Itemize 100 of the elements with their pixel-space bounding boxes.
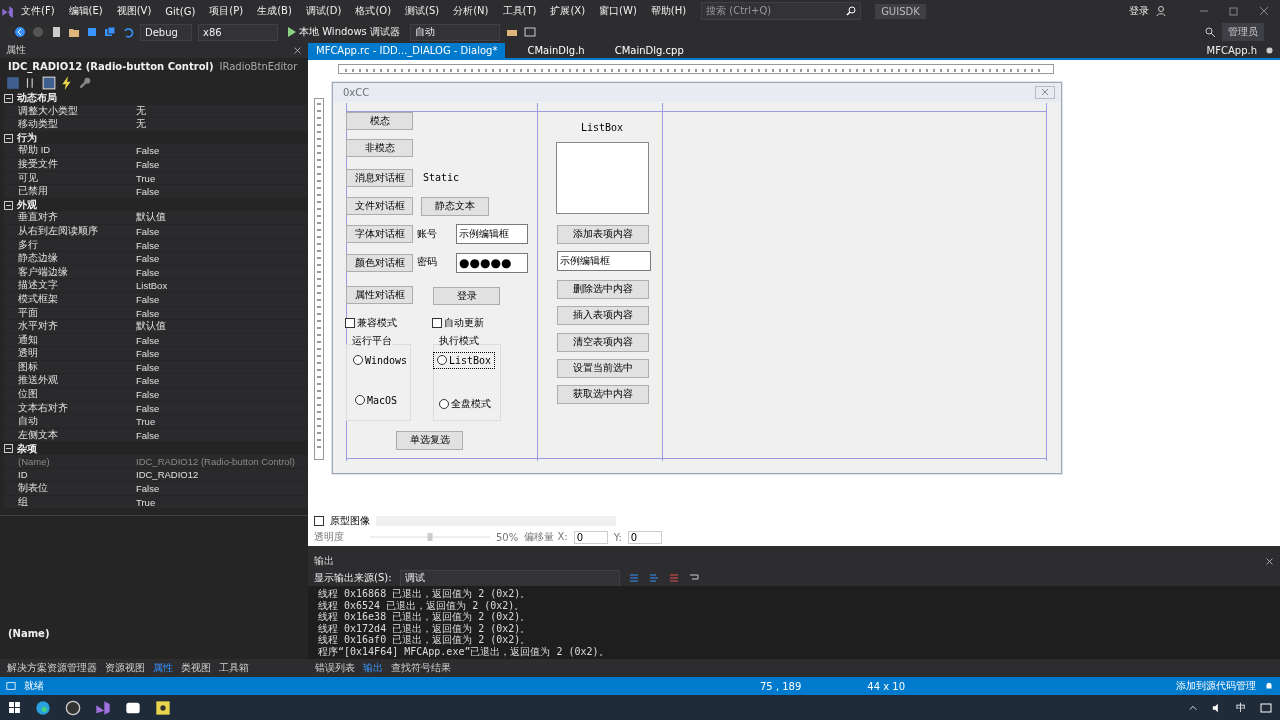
platform-dropdown[interactable]: x86 xyxy=(198,23,278,41)
radio-button[interactable]: 全盘模式 xyxy=(436,394,494,413)
opacity-slider[interactable] xyxy=(370,532,490,542)
property-value[interactable]: False xyxy=(136,429,308,441)
dialog-button[interactable]: 静态文本 xyxy=(421,196,489,216)
password-field[interactable]: ●●●●● xyxy=(456,252,528,273)
dialog-button[interactable]: 单选复选 xyxy=(396,430,463,450)
checkbox[interactable] xyxy=(314,516,324,526)
document-tab[interactable]: CMainDlg.cpp xyxy=(606,42,692,58)
dialog-button[interactable]: 文件对话框 xyxy=(346,196,413,215)
visual-studio-icon[interactable] xyxy=(95,699,111,716)
menu-item[interactable]: 编辑(E) xyxy=(61,4,110,18)
configuration-dropdown[interactable]: Debug xyxy=(140,23,192,41)
dialog-button[interactable]: 颜色对话框 xyxy=(346,253,413,272)
undo-icon[interactable] xyxy=(122,26,134,38)
property-value[interactable]: False xyxy=(136,253,308,265)
source-dropdown[interactable]: 调试 xyxy=(399,569,620,587)
dialog-button[interactable]: 插入表项内容 xyxy=(557,305,649,325)
dialog-button[interactable]: 非模态 xyxy=(346,138,413,157)
edit-field[interactable]: 示例编辑框 xyxy=(557,250,651,271)
screenshot-icon[interactable] xyxy=(524,26,536,38)
menu-item[interactable]: Git(G) xyxy=(158,5,203,17)
menu-item[interactable]: 扩展(X) xyxy=(543,4,593,18)
collapse-icon[interactable] xyxy=(4,93,13,103)
offset-y-field[interactable]: 0 xyxy=(627,530,662,544)
menu-item[interactable]: 分析(N) xyxy=(446,4,496,18)
dialog-button[interactable]: 清空表项内容 xyxy=(557,332,649,352)
property-value[interactable]: False xyxy=(136,483,308,495)
wrench-icon[interactable] xyxy=(78,76,92,90)
property-value[interactable]: False xyxy=(136,158,308,170)
collapse-icon[interactable] xyxy=(4,200,13,210)
run-button[interactable]: 本地 Windows 调试器 xyxy=(284,25,404,39)
property-value[interactable]: False xyxy=(136,293,308,305)
menu-item[interactable]: 调试(D) xyxy=(298,4,349,18)
radio-button[interactable]: Windows xyxy=(350,352,411,368)
property-value[interactable]: 默认值 xyxy=(136,320,308,334)
panel-tab[interactable]: 查找符号结果 xyxy=(388,660,454,676)
menu-item[interactable]: 工具(T) xyxy=(495,4,544,18)
property-value[interactable]: False xyxy=(136,266,308,278)
radio-button[interactable]: MacOS xyxy=(352,392,401,408)
property-value[interactable]: False xyxy=(136,389,308,401)
panel-tab[interactable]: 解决方案资源管理器 xyxy=(4,660,100,676)
property-value[interactable]: False xyxy=(136,225,308,237)
checkbox[interactable]: 自动更新 xyxy=(432,315,484,330)
menu-item[interactable]: 项目(P) xyxy=(202,4,251,18)
property-value[interactable]: False xyxy=(136,186,308,198)
property-value[interactable]: ListBox xyxy=(136,280,308,292)
windows-icon[interactable] xyxy=(8,701,21,714)
property-value[interactable]: 无 xyxy=(136,118,308,132)
dialog-button[interactable]: 消息对话框 xyxy=(346,168,413,187)
save-icon[interactable] xyxy=(86,26,98,38)
menu-item[interactable]: 文件(F) xyxy=(14,4,62,18)
dialog-button[interactable]: 添加表项内容 xyxy=(557,224,649,244)
menu-item[interactable]: 窗口(W) xyxy=(592,4,644,18)
property-value[interactable]: False xyxy=(136,239,308,251)
settings-icon[interactable] xyxy=(1265,45,1274,55)
offset-x-field[interactable]: 0 xyxy=(573,530,608,544)
search-field[interactable]: 搜索 (Ctrl+Q) xyxy=(701,2,862,20)
input-method[interactable]: 中 xyxy=(1236,700,1246,715)
dialog-button[interactable]: 属性对话框 xyxy=(346,285,413,304)
menu-item[interactable]: 生成(B) xyxy=(250,4,299,18)
property-value[interactable]: False xyxy=(136,361,308,373)
folder-icon[interactable] xyxy=(68,26,80,38)
list-box[interactable] xyxy=(556,141,649,214)
menu-item[interactable]: 格式(O) xyxy=(348,4,399,18)
restore-icon[interactable] xyxy=(1228,5,1240,17)
property-value[interactable]: True xyxy=(136,172,308,184)
close-button[interactable] xyxy=(1035,85,1055,99)
source-control-button[interactable]: 添加到源代码管理 xyxy=(1176,679,1256,693)
property-value[interactable]: False xyxy=(136,307,308,319)
collapse-icon[interactable] xyxy=(4,133,13,143)
collapse-icon[interactable] xyxy=(4,444,13,454)
panel-tab[interactable]: 类视图 xyxy=(178,660,214,676)
account-icon[interactable] xyxy=(1156,5,1168,17)
panel-tab[interactable]: 资源视图 xyxy=(102,660,148,676)
save-all-icon[interactable] xyxy=(104,26,116,38)
dialog-button[interactable]: 字体对话框 xyxy=(346,224,413,243)
dialog-button[interactable]: 获取选中内容 xyxy=(557,384,649,404)
radio-button[interactable]: ListBox xyxy=(434,352,495,368)
dialog-button[interactable]: 登录 xyxy=(433,286,500,305)
property-value[interactable]: 默认值 xyxy=(136,211,308,225)
dialog-button[interactable]: 设置当前选中 xyxy=(557,358,649,378)
menu-item[interactable]: 测试(S) xyxy=(398,4,447,18)
property-value[interactable]: False xyxy=(136,375,308,387)
property-value[interactable]: IDC_RADIO12 xyxy=(136,469,308,481)
close-icon[interactable] xyxy=(293,45,302,55)
property-value[interactable]: True xyxy=(136,416,308,428)
panel-tab[interactable]: 属性 xyxy=(150,660,176,676)
panel-tab[interactable]: 错误列表 xyxy=(312,660,358,676)
close-icon[interactable] xyxy=(1265,556,1274,566)
logo-icon[interactable] xyxy=(0,4,14,18)
back-icon[interactable] xyxy=(14,26,26,38)
property-value[interactable]: 无 xyxy=(136,104,308,118)
close-icon[interactable] xyxy=(1258,5,1270,17)
preview-tab[interactable]: MFCApp.h xyxy=(1206,44,1257,56)
dialog-button[interactable]: 删除选中内容 xyxy=(557,279,649,299)
property-value[interactable]: False xyxy=(136,145,308,157)
checkbox[interactable]: 兼容模式 xyxy=(345,315,397,330)
mode-dropdown[interactable]: 自动 xyxy=(410,23,500,41)
property-value[interactable]: True xyxy=(136,496,308,508)
